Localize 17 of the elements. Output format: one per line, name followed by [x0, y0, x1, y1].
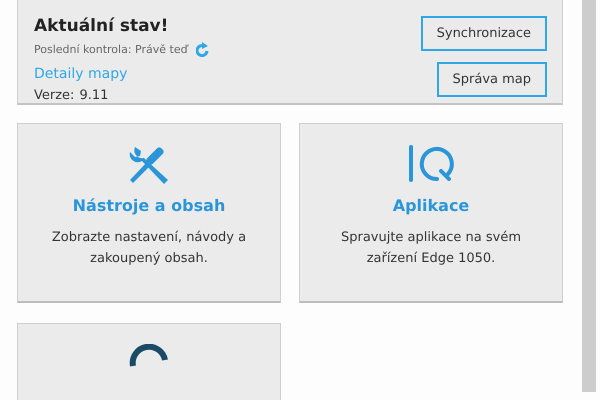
feature-card[interactable]: Nástroje a obsah Zobrazte nastavení, návody a zakoupený obsah. [17, 123, 281, 303]
last-check-text: Poslední kontrola: Právě teď [34, 43, 188, 56]
version-number: 9.11 [79, 88, 108, 103]
sync-button[interactable]: Synchronizace [420, 16, 547, 51]
status-title: Aktuální stav! [34, 16, 170, 36]
iq-logo-icon [407, 144, 455, 184]
tools-icon [127, 144, 171, 184]
gauge-icon [127, 344, 171, 368]
card-title: Aplikace [392, 196, 470, 215]
card-description: Spravujte aplikace na svém zařízení Edge 1050. [340, 229, 522, 268]
scrollbar-thumb[interactable] [582, 0, 596, 392]
map-management-button[interactable]: Správa map [436, 62, 547, 97]
version-label: Verze: [34, 88, 74, 103]
feature-card[interactable]: Aplikace Spravujte aplikace na svém zařízení Edge 1050. [299, 123, 563, 303]
card-description: Zobrazte nastavení, návody a zakoupený obsah. [50, 229, 248, 268]
card-title: Nástroje a obsah [72, 196, 226, 215]
refresh-icon[interactable] [196, 42, 210, 57]
